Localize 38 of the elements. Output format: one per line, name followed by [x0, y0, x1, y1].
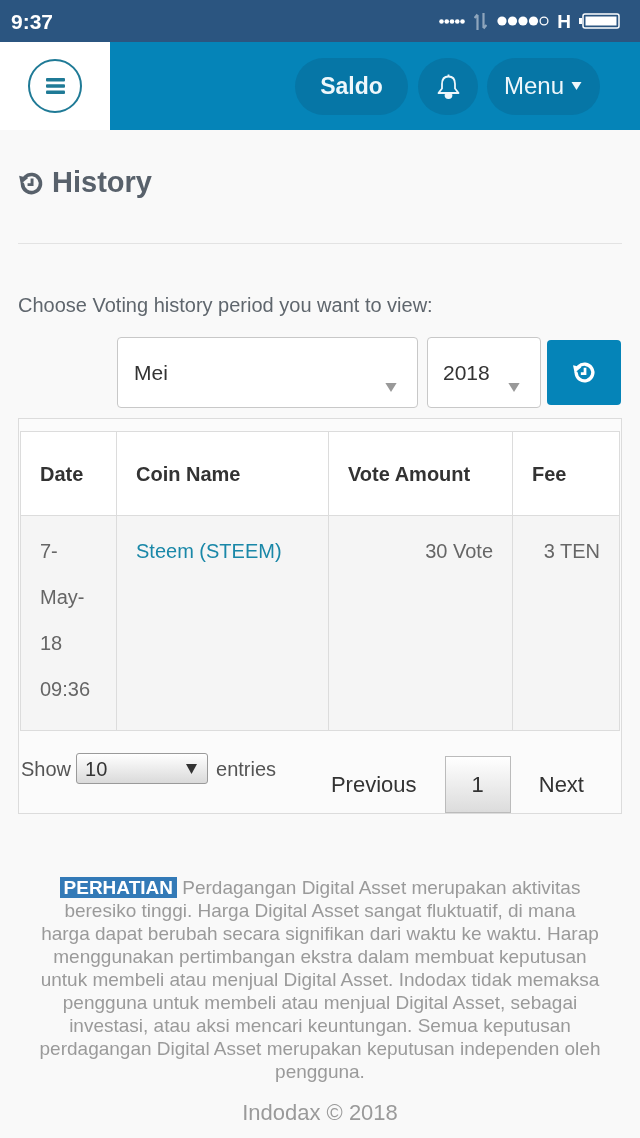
- history-button[interactable]: [547, 340, 621, 405]
- entries-label: entries: [216, 756, 277, 782]
- caret-icon: [385, 383, 397, 392]
- signal-dots-icon: [439, 18, 466, 24]
- page-title: History: [52, 165, 152, 201]
- network-type: H: [557, 11, 571, 31]
- table-cell: 30 Vote: [328, 515, 513, 731]
- period-prompt: Choose Voting history period you want to view:: [18, 293, 434, 318]
- column-header: Date: [20, 431, 117, 516]
- column-header: Vote Amount: [328, 431, 513, 516]
- signal-strength-icon: [497, 16, 550, 26]
- table-cell: 3 TEN: [512, 515, 620, 731]
- caret-icon: [508, 383, 520, 392]
- bell-icon: [436, 73, 460, 99]
- next-button[interactable]: Next: [510, 756, 612, 813]
- month-select[interactable]: Mei: [117, 337, 418, 408]
- caret-icon: [570, 82, 583, 90]
- table-cell: 7-May-18 09:36: [20, 515, 117, 731]
- show-label: Show: [21, 756, 72, 782]
- menu-toggle-button[interactable]: [28, 59, 82, 113]
- page-button[interactable]: 1: [444, 756, 511, 813]
- column-header: Fee: [512, 431, 620, 516]
- caret-icon: [186, 763, 198, 774]
- menu-dropdown-button[interactable]: Menu: [487, 57, 600, 115]
- disclaimer-text: PERHATIAN Perdagangan Digital Asset merupakan aktivitas beresiko tinggi. Harga Digital Asset sangat fluktuatif, di mana harga dapat berubah secara signifikan dari waktu ke waktu. Harap menggunakan pertimbangan ekstra dalam membuat keputusan untuk membeli atau menjual Digital Asset. Indodax tidak memaksa pengguna untuk membeli atau menjual Digital Asset, sebagai investasi, atau aksi mencari keuntungan. Semua keputusan perdagangan Digital Asset merupakan keputusan independen oleh pengguna.: [38, 876, 602, 1083]
- data-transfer-icon: [474, 12, 488, 30]
- column-header: Coin Name: [116, 431, 329, 516]
- balance-button[interactable]: Saldo: [295, 57, 408, 115]
- previous-button[interactable]: Previous: [302, 756, 445, 813]
- battery-icon: [579, 13, 620, 29]
- clock-time: 9:37: [11, 10, 54, 32]
- copyright-text: Indodax © 2018: [241, 1099, 399, 1127]
- entries-select[interactable]: 10: [76, 753, 209, 784]
- history-icon: [571, 360, 597, 385]
- menu-icon: [45, 78, 65, 94]
- notifications-button[interactable]: [418, 57, 478, 115]
- year-select[interactable]: 2018: [427, 337, 541, 408]
- coin-link[interactable]: Steem (STEEM): [136, 540, 282, 562]
